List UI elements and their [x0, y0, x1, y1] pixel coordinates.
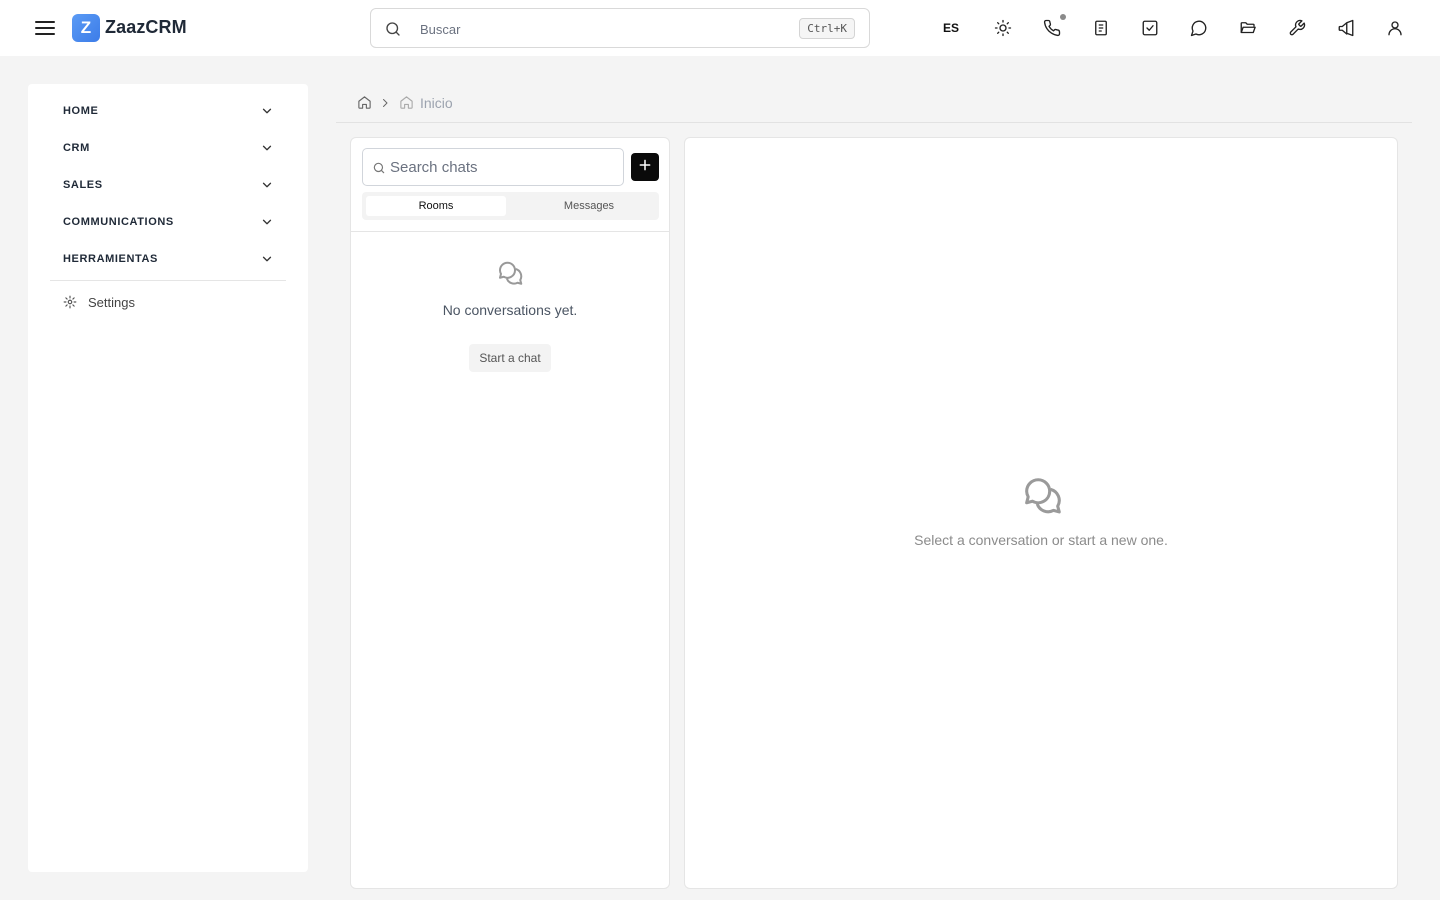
sidebar-item-label: COMMUNICATIONS: [63, 216, 174, 228]
sidebar-item-home[interactable]: HOME: [50, 95, 286, 127]
phone-icon[interactable]: [1041, 17, 1063, 39]
empty-state-text: No conversations yet.: [442, 302, 578, 318]
sidebar-item-label: HERRAMIENTAS: [63, 253, 158, 265]
chevron-down-icon: [260, 178, 274, 192]
sun-icon[interactable]: [992, 17, 1014, 39]
tab-rooms[interactable]: Rooms: [366, 196, 506, 216]
notification-dot: [1060, 14, 1066, 20]
sidebar-item-label: HOME: [63, 105, 99, 117]
tasks-icon[interactable]: [1139, 17, 1161, 39]
sidebar-item-communications[interactable]: COMMUNICATIONS: [50, 206, 286, 238]
wrench-icon[interactable]: [1286, 17, 1308, 39]
user-icon[interactable]: [1384, 17, 1406, 39]
top-header: Z ZaazCRM Buscar Ctrl+K ES: [0, 0, 1440, 56]
chevron-down-icon: [260, 141, 274, 155]
sidebar-divider: [50, 280, 286, 281]
home-icon: [399, 95, 414, 110]
folder-icon[interactable]: [1237, 17, 1259, 39]
chat-icon[interactable]: [1188, 17, 1210, 39]
sidebar-item-crm[interactable]: CRM: [50, 132, 286, 164]
plus-icon: [638, 158, 652, 177]
search-icon: [372, 161, 386, 175]
sidebar-item-label: SALES: [63, 179, 103, 191]
chevron-right-icon: [379, 96, 391, 110]
chat-list-divider: [351, 231, 669, 232]
chat-bubbles-icon: [495, 259, 525, 289]
start-chat-button[interactable]: Start a chat: [469, 344, 551, 372]
search-chats-input[interactable]: [390, 149, 620, 185]
chevron-down-icon: [260, 252, 274, 266]
chat-search[interactable]: [362, 148, 624, 186]
megaphone-icon[interactable]: [1335, 17, 1357, 39]
sidebar-item-herramientas[interactable]: HERRAMIENTAS: [50, 243, 286, 275]
chat-bubbles-icon: [1019, 474, 1065, 520]
logo-mark[interactable]: Z: [72, 14, 100, 42]
chevron-down-icon: [260, 215, 274, 229]
search-placeholder[interactable]: Buscar: [420, 22, 460, 37]
gear-icon: [63, 295, 77, 309]
notes-icon[interactable]: [1090, 17, 1112, 39]
menu-icon[interactable]: [34, 18, 56, 38]
breadcrumb-current: Inicio: [420, 95, 453, 111]
search-icon: [384, 20, 402, 38]
language-switcher[interactable]: ES: [943, 21, 959, 35]
chevron-down-icon: [260, 104, 274, 118]
chat-list-panel: Rooms Messages No conversations yet. Sta…: [350, 137, 670, 889]
app-name[interactable]: ZaazCRM: [105, 17, 187, 38]
chat-tabs: Rooms Messages: [362, 192, 659, 220]
home-icon[interactable]: [357, 95, 372, 110]
search-shortcut: Ctrl+K: [799, 18, 855, 39]
sidebar-item-settings[interactable]: Settings: [50, 289, 286, 315]
sidebar: HOME CRM SALES COMMUNICATIONS HERRAMIENT…: [28, 84, 308, 872]
conversation-empty-text: Select a conversation or start a new one…: [914, 532, 1168, 548]
sidebar-item-sales[interactable]: SALES: [50, 169, 286, 201]
settings-label: Settings: [88, 295, 135, 310]
breadcrumb-divider: [336, 122, 1412, 123]
sidebar-item-label: CRM: [63, 142, 90, 154]
new-chat-button[interactable]: [631, 153, 659, 181]
tab-messages[interactable]: Messages: [519, 196, 659, 216]
conversation-panel: Select a conversation or start a new one…: [684, 137, 1398, 889]
global-search[interactable]: Buscar Ctrl+K: [370, 8, 870, 48]
